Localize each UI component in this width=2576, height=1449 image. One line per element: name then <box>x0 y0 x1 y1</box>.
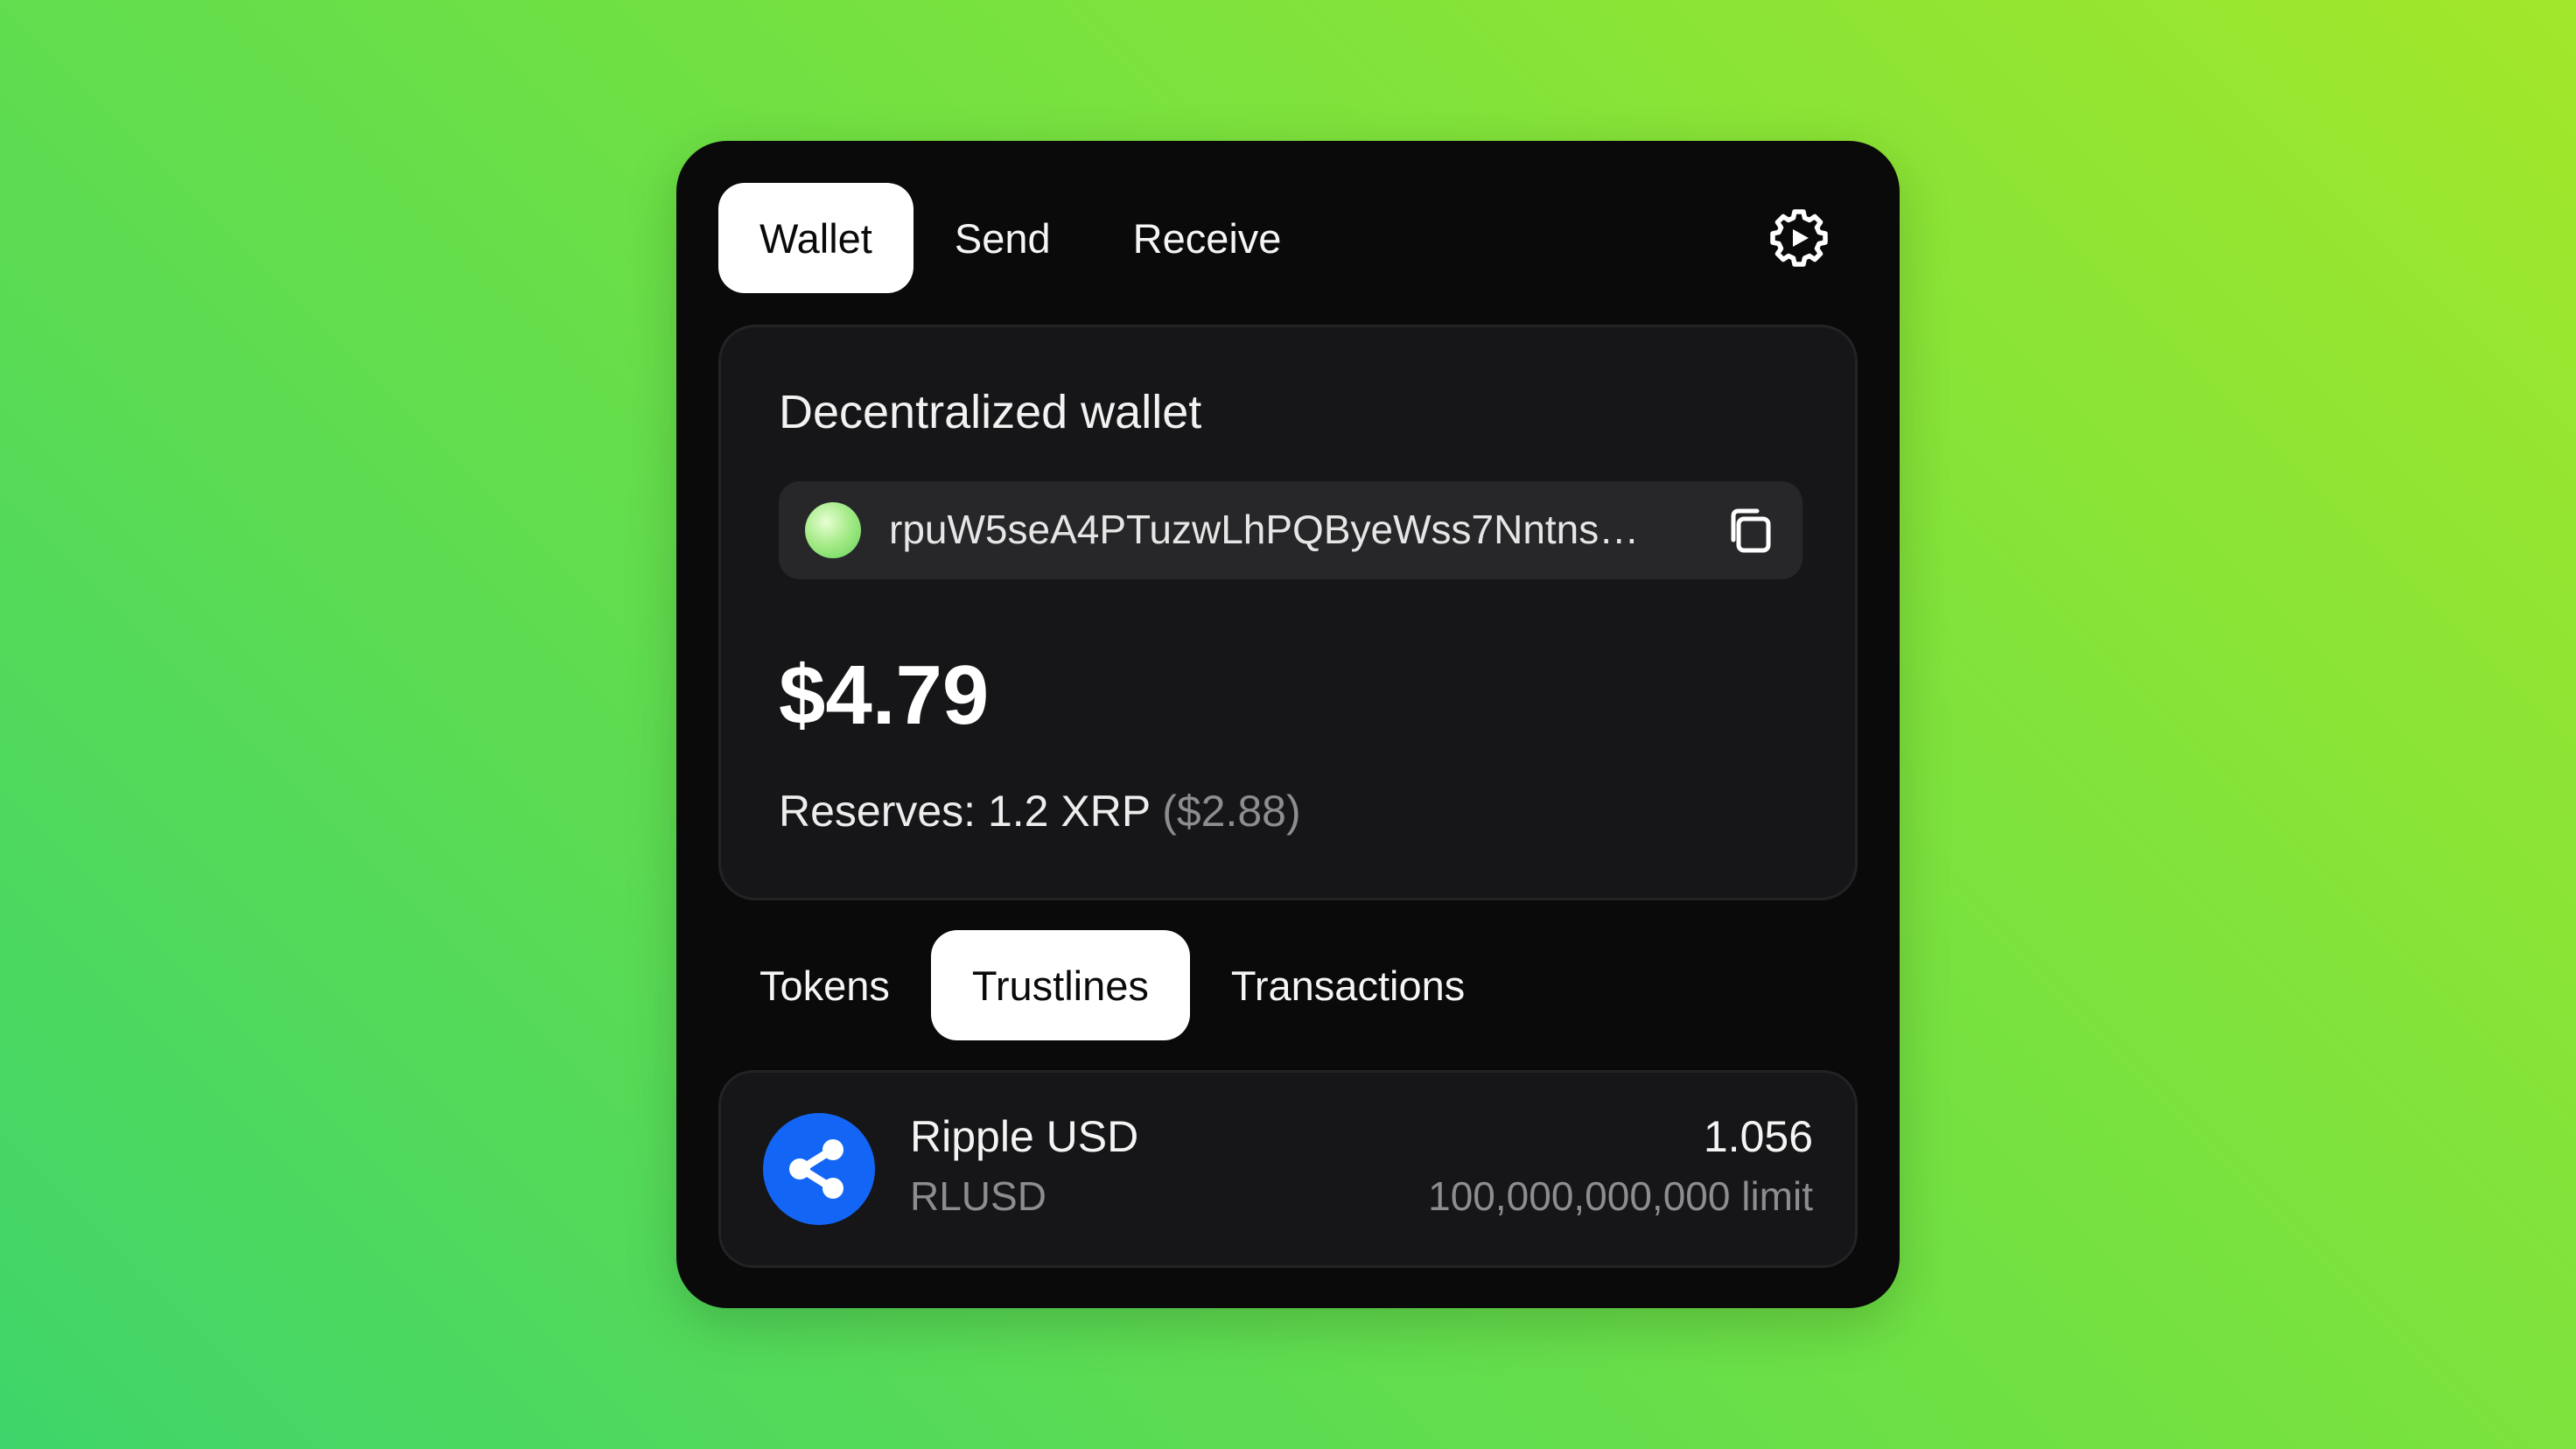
reserves-label: Reserves: 1.2 XRP <box>779 787 1151 836</box>
token-symbol: RLUSD <box>910 1173 1046 1219</box>
address-field: rpuW5seA4PTuzwLhPQByeWss7Nntns… <box>779 481 1802 579</box>
wallet-widget: Wallet Send Receive Decentralized wallet… <box>676 141 1900 1308</box>
trustline-row[interactable]: Ripple USD RLUSD 1.056 100,000,000,000 l… <box>718 1070 1858 1268</box>
token-limit: 100,000,000,000 limit <box>1428 1173 1813 1219</box>
tab-wallet[interactable]: Wallet <box>718 183 914 293</box>
wallet-avatar <box>805 502 861 558</box>
reserves-info: Reserves: 1.2 XRP ($2.88) <box>779 786 1301 836</box>
copy-icon[interactable] <box>1724 504 1776 556</box>
tab-receive[interactable]: Receive <box>1092 183 1323 293</box>
tab-send[interactable]: Send <box>914 183 1092 293</box>
main-tabs: Wallet Send Receive <box>718 183 1322 293</box>
tab-trustlines[interactable]: Trustlines <box>930 930 1190 1040</box>
wallet-summary-panel: Decentralized wallet rpuW5seA4PTuzwLhPQB… <box>718 325 1858 900</box>
reserves-usd: ($2.88) <box>1162 787 1301 836</box>
token-amount: 1.056 <box>1703 1112 1813 1161</box>
asset-tabs: Tokens Trustlines Transactions <box>718 930 1506 1040</box>
tab-transactions[interactable]: Transactions <box>1190 930 1506 1040</box>
token-name: Ripple USD <box>910 1112 1139 1161</box>
gear-icon[interactable] <box>1767 206 1831 270</box>
tab-tokens[interactable]: Tokens <box>718 930 931 1040</box>
balance-amount: $4.79 <box>779 648 990 742</box>
wallet-title: Decentralized wallet <box>779 386 1202 438</box>
wallet-address: rpuW5seA4PTuzwLhPQByeWss7Nntns… <box>889 507 1640 552</box>
ripple-logo-icon <box>763 1113 875 1225</box>
